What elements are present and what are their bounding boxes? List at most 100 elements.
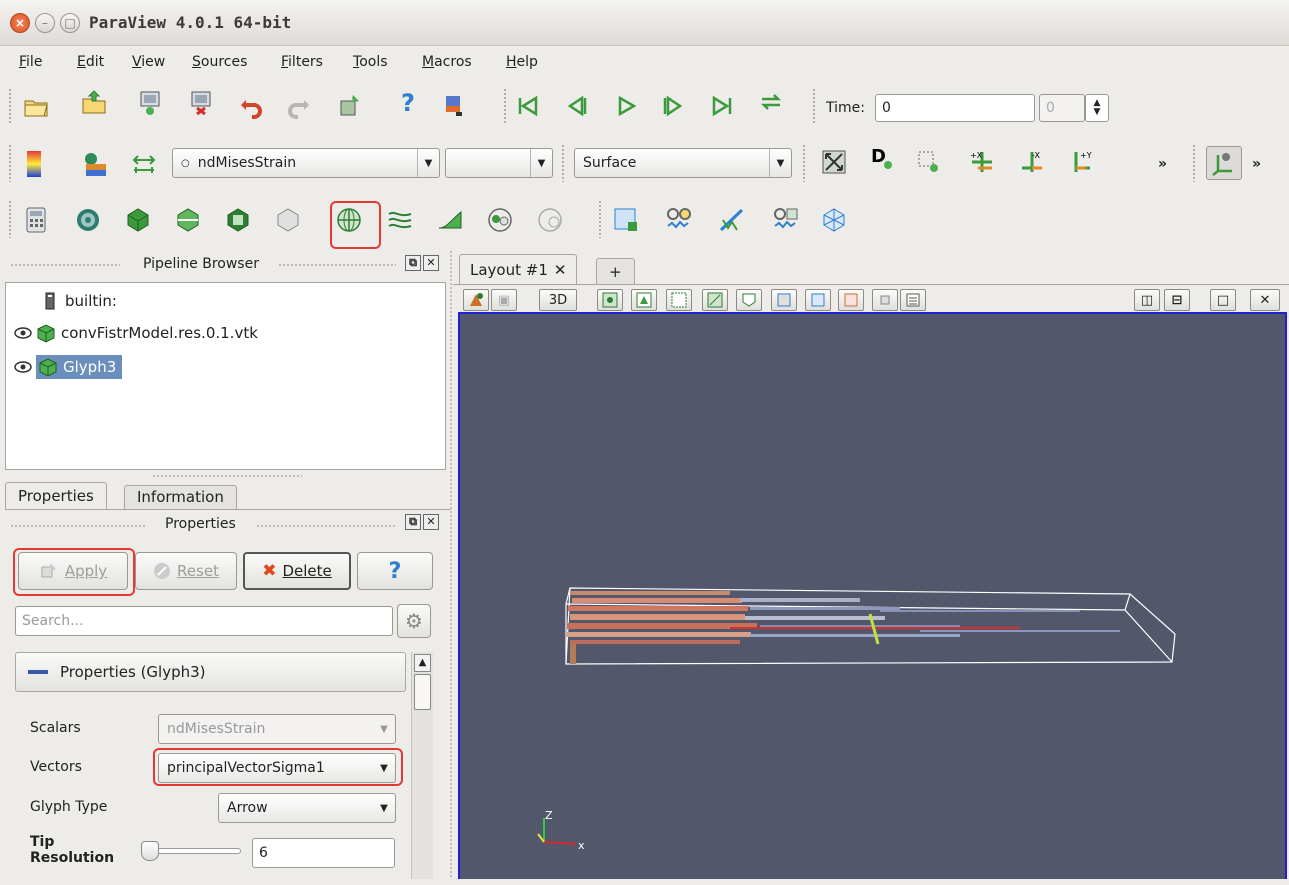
clear-selection-icon[interactable] [900,289,926,311]
toolbar-overflow-chevron[interactable]: » [1158,156,1167,172]
help-button[interactable]: ? [357,552,433,590]
open-folder-icon[interactable] [22,92,50,120]
previous-frame-icon[interactable] [565,92,593,120]
open-with-arrow-icon[interactable] [80,88,108,116]
scroll-up-icon[interactable]: ▲ [414,654,431,672]
properties-section-header[interactable]: Properties (Glyph3) [15,652,406,692]
find-data-icon[interactable] [612,206,640,234]
pick-center-icon[interactable] [440,92,468,120]
time-index-spin-buttons[interactable]: ▲ ▼ [1085,94,1109,122]
toolbar-grip[interactable] [598,200,603,238]
select-block-icon[interactable] [771,289,797,311]
reset-camera-icon[interactable] [820,148,848,176]
select-cells-through-icon[interactable] [666,289,692,311]
camera-undo-icon[interactable] [336,92,364,120]
help-icon[interactable]: ? [394,88,422,116]
close-panel-icon[interactable]: ✕ [423,514,439,530]
float-panel-icon[interactable]: ⧉ [405,255,421,271]
menu-edit[interactable]: Edit [77,54,104,70]
glyph-type-select[interactable]: Arrow ▼ [218,793,396,823]
orientation-axes-toggle-icon[interactable] [1206,146,1242,180]
toolbar-grip[interactable] [561,144,566,182]
maximize-window-button[interactable]: □ [60,13,80,33]
toolbar-grip[interactable] [8,88,13,124]
properties-scrollbar[interactable]: ▲ [411,652,433,879]
toolbar-grip[interactable] [802,144,807,182]
slice-icon[interactable] [174,206,202,234]
pipeline-item-glyph3[interactable]: Glyph3 [14,353,123,381]
close-window-button[interactable]: × [10,13,30,33]
reset-button[interactable]: Reset [135,552,237,590]
scalars-select[interactable]: ndMisesStrain ▼ [158,714,396,744]
component-select[interactable]: ▼ [445,148,553,178]
interactive-select-icon[interactable] [805,289,831,311]
toolbar-overflow-chevron-2[interactable]: » [1252,156,1261,172]
menu-file[interactable]: File [19,54,42,70]
rescale-range-icon[interactable] [130,150,158,178]
disconnect-server-icon[interactable] [187,88,215,116]
render-view[interactable]: Z x [458,312,1287,879]
edit-color-map-icon[interactable] [80,150,108,178]
select-cells-on-icon[interactable] [597,289,623,311]
tab-layout-1[interactable]: Layout #1 ✕ [459,254,578,284]
close-panel-icon[interactable]: ✕ [423,255,439,271]
advanced-settings-button[interactable]: ⚙ [397,604,431,638]
shrink-selection-icon[interactable] [872,289,898,311]
next-frame-icon[interactable] [657,92,685,120]
toolbar-grip[interactable] [812,88,817,124]
tip-resolution-slider-handle[interactable] [141,841,159,861]
split-vertical-icon[interactable]: ⊟ [1164,289,1190,311]
add-layout-tab[interactable]: + [596,258,635,284]
menu-view[interactable]: View [132,54,165,70]
warp-by-vector-icon[interactable] [436,206,464,234]
time-index-spinbox[interactable]: 0 [1039,94,1085,122]
clip-icon[interactable] [124,206,152,234]
last-frame-icon[interactable] [708,92,736,120]
scroll-thumb[interactable] [414,674,431,710]
minimize-window-button[interactable]: – [35,13,55,33]
split-view-icon[interactable] [463,289,489,311]
play-icon[interactable] [612,92,640,120]
close-view-icon[interactable]: ✕ [1250,289,1280,311]
menu-sources[interactable]: Sources [192,54,247,70]
representation-select[interactable]: Surface ▼ [574,148,792,178]
view-plus-x-icon[interactable]: +X [968,148,996,176]
menu-help[interactable]: Help [506,54,538,70]
pipeline-item-source[interactable]: convFistrModel.res.0.1.vtk [14,319,258,347]
contour-icon[interactable] [74,206,102,234]
color-legend-icon[interactable] [20,150,48,178]
select-points-through-icon[interactable] [702,289,728,311]
tip-resolution-input[interactable]: 6 [252,838,395,868]
menu-macros[interactable]: Macros [422,54,472,70]
visibility-eye-icon[interactable] [14,361,32,373]
toolbar-grip[interactable] [8,144,13,182]
extract-level-icon[interactable] [536,206,564,234]
close-tab-icon[interactable]: ✕ [554,261,567,279]
calculator-icon[interactable] [22,206,50,234]
extract-subset-icon[interactable] [274,206,302,234]
loop-icon[interactable] [757,88,785,116]
select-points-on-icon[interactable] [631,289,657,311]
view-minus-x-icon[interactable]: -X [1018,148,1046,176]
group-datasets-icon[interactable] [486,206,514,234]
toolbar-grip[interactable] [1192,144,1197,182]
probe-location-icon[interactable] [718,206,746,234]
toolbar-grip[interactable] [503,88,508,124]
redo-icon[interactable] [284,92,312,120]
tessellate-icon[interactable] [820,206,848,234]
stream-tracer-icon[interactable] [386,206,414,234]
menu-tools[interactable]: Tools [353,54,388,70]
tab-information[interactable]: Information [124,485,237,510]
plot-over-line-icon[interactable] [665,206,693,234]
zoom-to-box-icon[interactable] [915,148,943,176]
pipeline-item-builtin[interactable]: builtin: [40,287,117,315]
grow-selection-icon[interactable] [838,289,864,311]
panel-splitter[interactable] [449,250,453,879]
delete-button[interactable]: ✖ Delete [243,552,351,590]
toggle-3d-button[interactable]: 3D [539,289,577,311]
first-frame-icon[interactable] [514,92,542,120]
color-by-select[interactable]: ○ ndMisesStrain ▼ [172,148,440,178]
connect-server-icon[interactable] [136,88,164,116]
menu-filters[interactable]: Filters [281,54,323,70]
view-plus-y-icon[interactable]: +Y [1066,148,1094,176]
